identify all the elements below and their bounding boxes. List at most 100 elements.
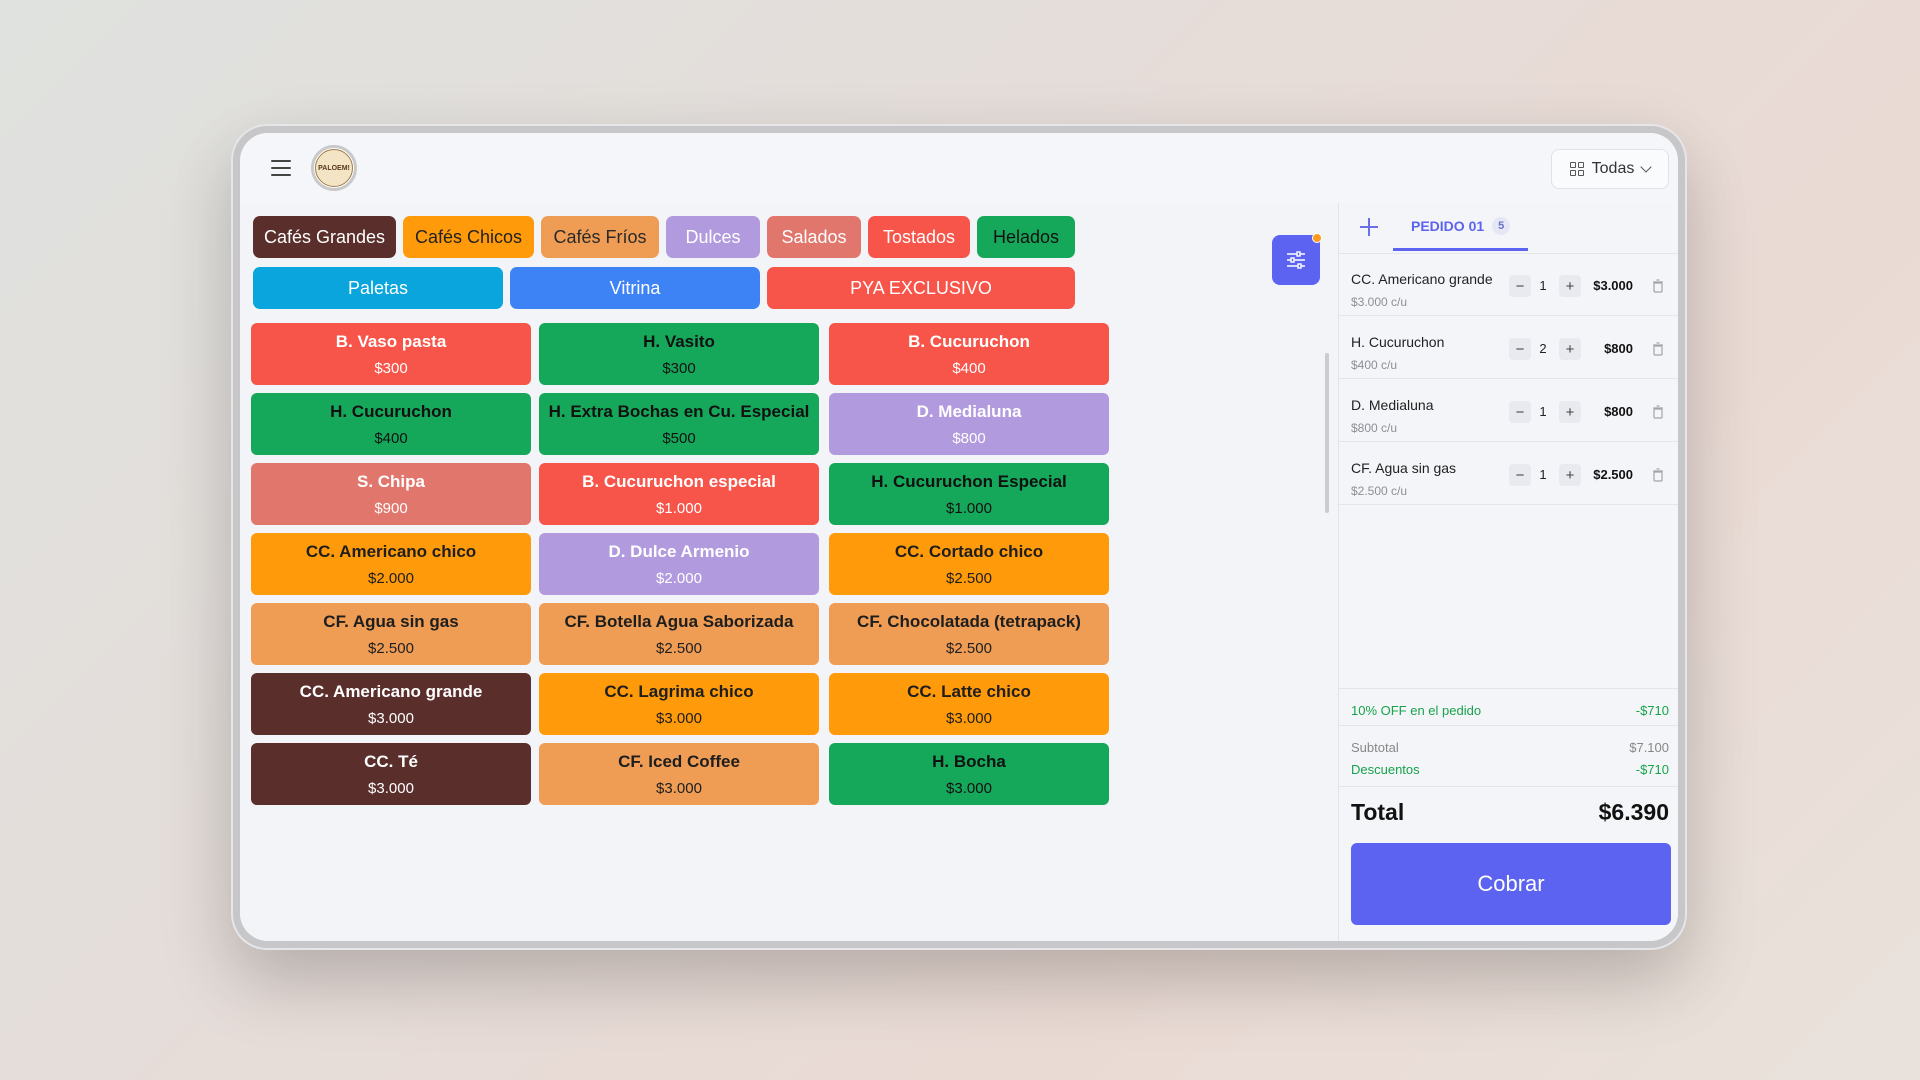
- product-price: $3.000: [656, 779, 702, 797]
- product-name: H. Bocha: [932, 751, 1006, 771]
- product-tile[interactable]: CC. Lagrima chico $3.000: [539, 673, 819, 735]
- order-panel: PEDIDO 01 5 CC. Americano grande $3.000 c…: [1338, 203, 1678, 941]
- product-price: $400: [374, 429, 408, 447]
- product-price: $1.000: [946, 499, 992, 517]
- product-tile[interactable]: H. Cucuruchon Especial $1.000: [829, 463, 1109, 525]
- product-price: $1.000: [656, 499, 702, 517]
- product-tile[interactable]: D. Medialuna $800: [829, 393, 1109, 455]
- category-salados[interactable]: Salados: [767, 216, 861, 258]
- product-price: $2.000: [368, 569, 414, 587]
- product-name: CC. Americano chico: [305, 541, 477, 561]
- category-pya-exclusivo[interactable]: PYA EXCLUSIVO: [767, 267, 1075, 309]
- trash-icon[interactable]: [1652, 279, 1664, 293]
- product-price: $2.500: [368, 639, 414, 657]
- category-dulces[interactable]: Dulces: [666, 216, 760, 258]
- product-tile[interactable]: CC. Americano grande $3.000: [251, 673, 531, 735]
- product-tile[interactable]: CF. Chocolatada (tetrapack) $2.500: [829, 603, 1109, 665]
- sliders-icon: [1287, 251, 1305, 269]
- product-tile[interactable]: CC. Té $3.000: [251, 743, 531, 805]
- view-select[interactable]: Todas: [1551, 149, 1669, 189]
- product-name: CC. Cortado chico: [894, 541, 1044, 561]
- tablet-frame: PALOEM! Todas Cafés Grandes Cafés Chicos C…: [231, 124, 1687, 950]
- total-row: Total $6.390: [1351, 799, 1669, 826]
- product-tile[interactable]: H. Bocha $3.000: [829, 743, 1109, 805]
- order-tabs: PEDIDO 01 5: [1339, 203, 1678, 254]
- grid-icon: [1569, 162, 1584, 176]
- product-tile[interactable]: CF. Iced Coffee $3.000: [539, 743, 819, 805]
- product-tile[interactable]: CF. Agua sin gas $2.500: [251, 603, 531, 665]
- filter-settings-button[interactable]: [1272, 233, 1322, 285]
- product-name: H. Extra Bochas en Cu. Especial: [548, 401, 810, 421]
- trash-icon[interactable]: [1652, 342, 1664, 356]
- product-name: CC. Lagrima chico: [604, 681, 754, 701]
- product-tile[interactable]: B. Vaso pasta $300: [251, 323, 531, 385]
- product-name: CC. Latte chico: [907, 681, 1031, 701]
- summary-divider-2: [1339, 725, 1678, 726]
- brand-logo-text: PALOEM!: [315, 149, 353, 187]
- view-select-value: Todas: [1591, 160, 1635, 177]
- product-tile[interactable]: B. Cucuruchon especial $1.000: [539, 463, 819, 525]
- product-name: D. Dulce Armenio: [608, 541, 750, 561]
- order-tab-label: PEDIDO 01: [1411, 217, 1485, 234]
- product-name: CF. Agua sin gas: [323, 611, 459, 631]
- product-price: $400: [952, 359, 986, 377]
- trash-icon[interactable]: [1652, 405, 1664, 419]
- product-scrollbar[interactable]: [1325, 353, 1329, 513]
- product-price: $3.000: [656, 709, 702, 727]
- product-tile[interactable]: H. Extra Bochas en Cu. Especial $500: [539, 393, 819, 455]
- chevron-down-icon: [1640, 161, 1653, 173]
- decrease-qty-button[interactable]: −: [1509, 464, 1531, 486]
- discounts-row: Descuentos -$710: [1351, 762, 1669, 777]
- promo-row: 10% OFF en el pedido -$710: [1351, 703, 1669, 718]
- product-price: $3.000: [368, 779, 414, 797]
- product-name: B. Cucuruchon: [908, 331, 1030, 351]
- order-item-name: H. Cucuruchon: [1351, 334, 1445, 350]
- tab-pedido-01[interactable]: PEDIDO 01 5: [1393, 203, 1529, 251]
- menu-icon[interactable]: [271, 159, 291, 177]
- order-item-unit-price: $800 c/u: [1351, 421, 1398, 435]
- order-item-unit-price: $2.500 c/u: [1351, 484, 1408, 498]
- product-tile[interactable]: H. Vasito $300: [539, 323, 819, 385]
- order-count-badge: 5: [1492, 216, 1511, 235]
- product-tile[interactable]: CC. Cortado chico $2.500: [829, 533, 1109, 595]
- charge-button[interactable]: Cobrar: [1351, 843, 1671, 925]
- decrease-qty-button[interactable]: −: [1509, 401, 1531, 423]
- discounts-value: -$710: [1635, 762, 1669, 777]
- order-item-total: $2.500: [1593, 467, 1633, 482]
- product-panel: Cafés Grandes Cafés Chicos Cafés Fríos Dulc…: [240, 203, 1338, 941]
- product-tile[interactable]: D. Dulce Armenio $2.000: [539, 533, 819, 595]
- product-name: CC. Americano grande: [299, 681, 483, 701]
- order-item: D. Medialuna $800 c/u −1 + $800: [1339, 379, 1678, 442]
- total-value: $6.390: [1598, 799, 1669, 825]
- decrease-qty-button[interactable]: −: [1509, 338, 1531, 360]
- category-paletas[interactable]: Paletas: [253, 267, 503, 309]
- product-name: B. Vaso pasta: [335, 331, 447, 351]
- trash-icon[interactable]: [1652, 468, 1664, 482]
- product-tile[interactable]: CC. Americano chico $2.000: [251, 533, 531, 595]
- add-order-icon[interactable]: [1357, 215, 1381, 239]
- promo-value: -$710: [1635, 703, 1669, 718]
- product-price: $2.500: [946, 569, 992, 587]
- product-price: $3.000: [946, 709, 992, 727]
- subtotal-value: $7.100: [1629, 740, 1669, 755]
- category-cafes-grandes[interactable]: Cafés Grandes: [253, 216, 396, 258]
- product-price: $3.000: [368, 709, 414, 727]
- product-tile[interactable]: CF. Botella Agua Saborizada $2.500: [539, 603, 819, 665]
- category-helados[interactable]: Helados: [977, 216, 1075, 258]
- category-cafes-frios[interactable]: Cafés Fríos: [541, 216, 659, 258]
- product-price: $900: [374, 499, 408, 517]
- top-bar: PALOEM! Todas: [240, 133, 1678, 204]
- product-tile[interactable]: B. Cucuruchon $400: [829, 323, 1109, 385]
- category-vitrina[interactable]: Vitrina: [510, 267, 760, 309]
- category-cafes-chicos[interactable]: Cafés Chicos: [403, 216, 534, 258]
- product-tile[interactable]: H. Cucuruchon $400: [251, 393, 531, 455]
- category-tostados[interactable]: Tostados: [868, 216, 970, 258]
- product-tile[interactable]: CC. Latte chico $3.000: [829, 673, 1109, 735]
- product-name: H. Cucuruchon Especial: [871, 471, 1067, 491]
- promo-label: 10% OFF en el pedido: [1351, 703, 1482, 718]
- order-item-total: $3.000: [1593, 278, 1633, 293]
- product-tile[interactable]: S. Chipa $900: [251, 463, 531, 525]
- product-price: $500: [662, 429, 696, 447]
- order-item-total: $800: [1604, 341, 1633, 356]
- decrease-qty-button[interactable]: −: [1509, 275, 1531, 297]
